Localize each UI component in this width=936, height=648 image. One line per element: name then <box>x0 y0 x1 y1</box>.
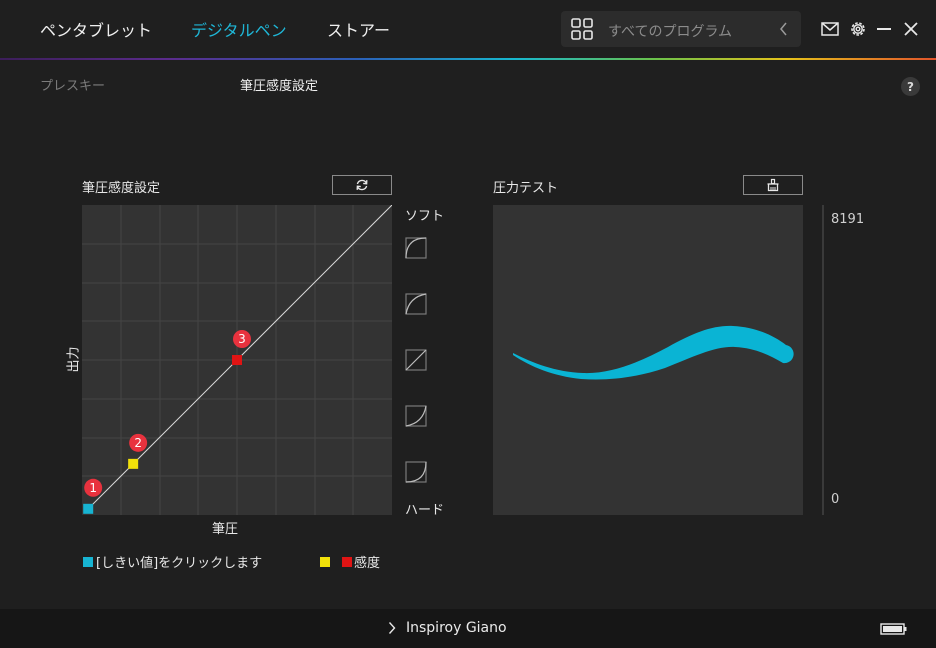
sensitivity-legend-text: 感度 <box>354 556 381 571</box>
close-icon[interactable] <box>901 19 921 39</box>
legend-sensitivity: 感度 <box>320 552 380 571</box>
clear-icon <box>767 178 779 192</box>
grid-icon <box>571 18 593 40</box>
pressure-min-value: 0 <box>831 492 840 507</box>
program-selector-text: すべてのプログラム <box>608 24 733 40</box>
help-button[interactable]: ? <box>901 77 920 96</box>
curve-panel-title: 筆圧感度設定 <box>82 181 161 196</box>
threshold-legend-text: [しきい値]をクリックします <box>96 556 263 571</box>
subtab-pressure-settings[interactable]: 筆圧感度設定 <box>240 75 318 94</box>
device-selector[interactable]: Inspiroy Giano <box>388 620 507 636</box>
tab-pen-tablet[interactable]: ペンタブレット <box>40 0 152 58</box>
refresh-icon <box>356 179 368 191</box>
curve-linear-icon[interactable] <box>405 349 427 371</box>
subtab-press-key[interactable]: プレスキー <box>40 75 105 94</box>
curve-point-handle[interactable] <box>128 458 139 469</box>
curve-point-handle[interactable] <box>232 355 242 365</box>
minimize-icon[interactable] <box>874 19 894 39</box>
soft-label: ソフト <box>405 209 445 224</box>
chevron-right-icon <box>388 622 396 634</box>
battery-icon <box>880 623 907 635</box>
chevron-left-icon[interactable] <box>777 20 791 38</box>
clear-canvas-button[interactable] <box>743 175 803 195</box>
top-bar: ペンタブレット デジタルペン ストアー すべてのプログラム <box>0 0 936 58</box>
curve-soft-2-icon[interactable] <box>405 237 427 259</box>
reset-curve-button[interactable] <box>332 175 392 195</box>
curve-soft-1-icon[interactable] <box>405 293 427 315</box>
curve-hard-1-icon[interactable] <box>405 405 427 427</box>
sensitivity-swatch-red <box>342 556 352 567</box>
device-name: Inspiroy Giano <box>406 620 507 636</box>
tab-digital-pen[interactable]: デジタルペン <box>191 0 287 58</box>
curve-point-handle[interactable] <box>83 503 94 514</box>
pen-stroke <box>513 325 794 380</box>
sensitivity-swatch-yellow <box>320 556 330 567</box>
pressure-test-title: 圧力テスト <box>493 181 559 196</box>
pressure-curve-graph[interactable]: 1 2 3 <box>82 205 392 515</box>
tab-store[interactable]: ストアー <box>327 0 390 58</box>
pressure-max-value: 8191 <box>831 212 865 227</box>
x-axis-label: 筆圧 <box>212 522 239 537</box>
curve-point-number: 1 <box>89 481 97 495</box>
threshold-swatch <box>83 556 93 567</box>
curve-point-number: 2 <box>134 436 142 450</box>
pressure-test-canvas[interactable] <box>493 205 803 515</box>
curve-hard-2-icon[interactable] <box>405 461 427 483</box>
status-bar: Inspiroy Giano <box>0 609 936 648</box>
y-axis-label: 出力 <box>66 346 82 373</box>
legend-threshold: [しきい値]をクリックします <box>83 552 262 571</box>
program-selector[interactable]: すべてのプログラム <box>561 11 801 47</box>
pressure-level-bar <box>822 205 824 515</box>
hard-label: ハード <box>405 503 445 518</box>
mail-icon[interactable] <box>820 19 840 39</box>
gear-icon[interactable] <box>848 19 868 39</box>
curve-point-number: 3 <box>238 332 246 346</box>
header-divider <box>0 58 936 60</box>
